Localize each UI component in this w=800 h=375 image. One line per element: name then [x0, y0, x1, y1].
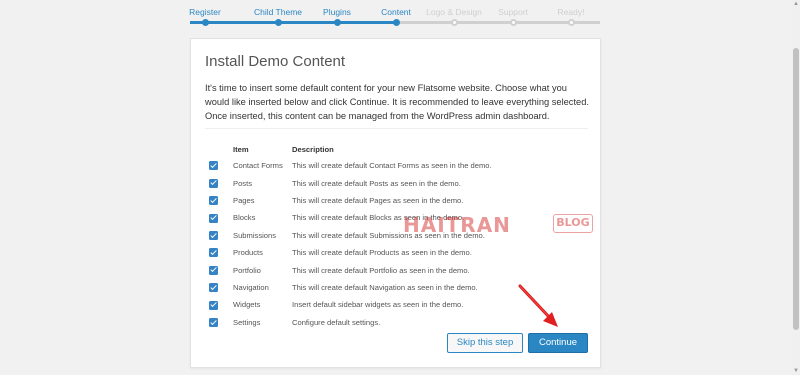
table-row: Blocks This will create default Blocks a… — [205, 209, 592, 226]
item-name: Pages — [233, 195, 255, 205]
table-row: Pages This will create default Pages as … — [205, 192, 592, 209]
table-row: Portfolio This will create default Portf… — [205, 261, 592, 278]
scroll-down-icon[interactable]: ▼ — [793, 368, 799, 374]
step-dot — [201, 19, 209, 26]
item-description: This will create default Pages as seen i… — [292, 195, 464, 205]
item-name: Widgets — [233, 300, 261, 310]
item-description: This will create default Posts as seen i… — [292, 178, 461, 188]
setup-wizard-steps: Register Child Theme Plugins Content Log… — [189, 0, 600, 30]
steps-track-progress — [190, 21, 396, 24]
table-row: Posts This will create default Posts as … — [205, 174, 592, 191]
table-row: Products This will create default Produc… — [205, 244, 592, 261]
item-description: This will create default Products as see… — [292, 248, 472, 258]
products-checkbox[interactable] — [209, 248, 218, 258]
settings-checkbox[interactable] — [209, 317, 218, 327]
step-dot — [509, 19, 517, 26]
item-name: Portfolio — [233, 265, 261, 275]
table-row: Submissions This will create default Sub… — [205, 227, 592, 244]
continue-button[interactable]: Continue — [528, 333, 588, 353]
blocks-checkbox[interactable] — [209, 213, 218, 223]
step-label: Ready! — [557, 7, 585, 17]
submissions-checkbox[interactable] — [209, 231, 218, 240]
annotation-arrow-icon — [518, 284, 558, 327]
navigation-checkbox[interactable] — [209, 283, 218, 293]
item-name: Settings — [233, 317, 261, 327]
skip-step-button[interactable]: Skip this step — [447, 333, 523, 353]
header-description: Description — [292, 145, 334, 154]
divider — [205, 128, 588, 129]
pages-checkbox[interactable] — [209, 196, 218, 206]
scrollbar-thumb[interactable] — [793, 48, 799, 330]
header-checkbox-col — [205, 145, 233, 157]
scroll-up-icon[interactable]: ▲ — [793, 1, 799, 7]
watermark-text: HAITRAN — [403, 213, 511, 237]
item-name: Contact Forms — [233, 161, 283, 171]
step-dot — [450, 19, 458, 26]
widgets-checkbox[interactable] — [209, 300, 218, 310]
table-row: Contact Forms This will create default C… — [205, 157, 592, 174]
header-item: Item — [233, 145, 249, 154]
table-header-row: Item Description — [205, 145, 592, 157]
portfolio-checkbox[interactable] — [209, 265, 218, 275]
step-dot — [567, 19, 575, 26]
item-name: Blocks — [233, 213, 256, 223]
posts-checkbox[interactable] — [209, 178, 218, 188]
contact-forms-checkbox[interactable] — [209, 161, 218, 171]
page-title: Install Demo Content — [205, 53, 346, 70]
watermark-badge: BLOG — [553, 214, 593, 233]
item-description: This will create default Portfolio as se… — [292, 265, 470, 275]
item-name: Navigation — [233, 282, 269, 292]
step-dot — [333, 19, 341, 26]
step-dot — [274, 19, 282, 26]
step-label: Register — [189, 7, 221, 17]
step-register[interactable]: Register — [170, 0, 240, 26]
page-scrollbar[interactable]: ▲ ▼ — [792, 0, 800, 375]
item-description: This will create default Contact Forms a… — [292, 161, 492, 171]
intro-text: It's time to insert some default content… — [205, 83, 589, 121]
step-dot — [392, 19, 400, 26]
item-name: Posts — [233, 178, 252, 188]
item-name: Products — [233, 248, 263, 258]
item-name: Submissions — [233, 230, 277, 240]
step-ready: Ready! — [536, 0, 606, 26]
